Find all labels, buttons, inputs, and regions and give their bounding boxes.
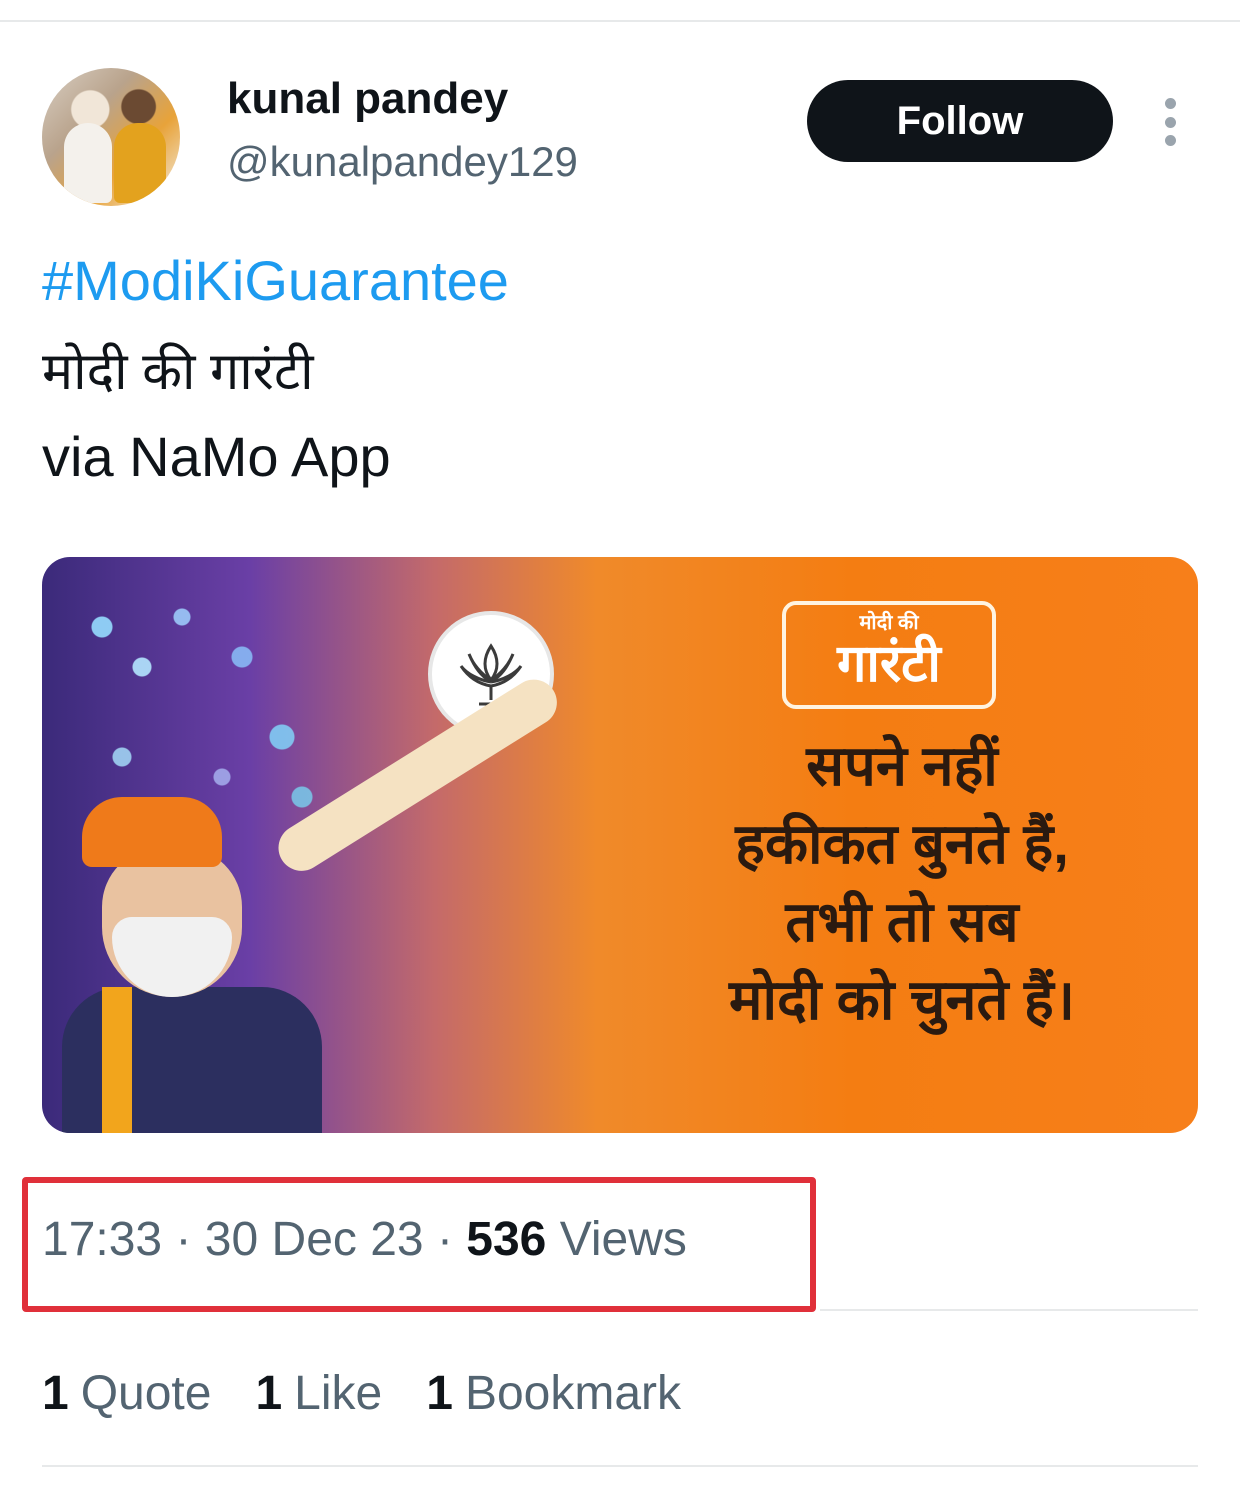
avatar-person-left xyxy=(64,123,112,203)
quotes-stat[interactable]: 1 Quote xyxy=(42,1366,211,1421)
meta-separator: · xyxy=(175,1213,205,1266)
divider xyxy=(42,1465,1198,1467)
tweet-media-image[interactable]: मोदी की गारंटी सपने नहीं हकीकत बुनते हैं… xyxy=(42,557,1198,1133)
avatar-person-right xyxy=(114,123,166,203)
badge-big-text: गारंटी xyxy=(837,635,941,693)
divider xyxy=(820,1309,1198,1311)
follow-button[interactable]: Follow xyxy=(807,80,1113,162)
tweet-meta: 17:33 · 30 Dec 23 · 536 Views xyxy=(42,1212,687,1267)
tweet-text: मोदी की गारंटी xyxy=(42,343,314,401)
views-label: Views xyxy=(559,1213,687,1266)
slogan-text: सपने नहीं हकीकत बुनते हैं, तभी तो सब मोद… xyxy=(642,727,1162,1039)
stat-count: 1 xyxy=(42,1367,69,1420)
views-count: 536 xyxy=(466,1213,547,1266)
likes-stat[interactable]: 1 Like xyxy=(255,1366,382,1421)
slogan-line: मोदी को चुनते हैं। xyxy=(729,968,1075,1031)
display-name[interactable]: kunal pandey xyxy=(227,74,508,124)
modi-ki-guarantee-badge: मोदी की गारंटी xyxy=(782,601,996,709)
more-vertical-icon[interactable] xyxy=(1158,98,1182,146)
engagement-stats: 1 Quote 1 Like 1 Bookmark xyxy=(42,1366,681,1421)
user-handle[interactable]: @kunalpandey129 xyxy=(227,138,578,186)
tweet-via-text: via NaMo App xyxy=(42,425,391,488)
badge-small-text: मोदी की xyxy=(859,612,919,634)
hashtag-link[interactable]: #ModiKiGuarantee xyxy=(42,248,509,313)
stat-label: Like xyxy=(294,1367,383,1420)
tweet-time[interactable]: 17:33 xyxy=(42,1213,162,1266)
stat-count: 1 xyxy=(426,1367,453,1420)
stat-count: 1 xyxy=(255,1367,283,1420)
tweet-date[interactable]: 30 Dec 23 xyxy=(205,1213,424,1266)
slogan-line: सपने नहीं xyxy=(806,734,998,797)
stat-label: Quote xyxy=(80,1367,212,1420)
top-divider xyxy=(0,20,1240,22)
meta-separator: · xyxy=(436,1213,467,1266)
avatar[interactable] xyxy=(42,68,180,206)
slogan-line: हकीकत बुनते हैं, xyxy=(735,812,1069,875)
stat-label: Bookmark xyxy=(464,1367,682,1420)
bookmarks-stat[interactable]: 1 Bookmark xyxy=(426,1366,681,1421)
slogan-line: तभी तो सब xyxy=(785,890,1019,953)
leader-figure xyxy=(62,670,566,1133)
